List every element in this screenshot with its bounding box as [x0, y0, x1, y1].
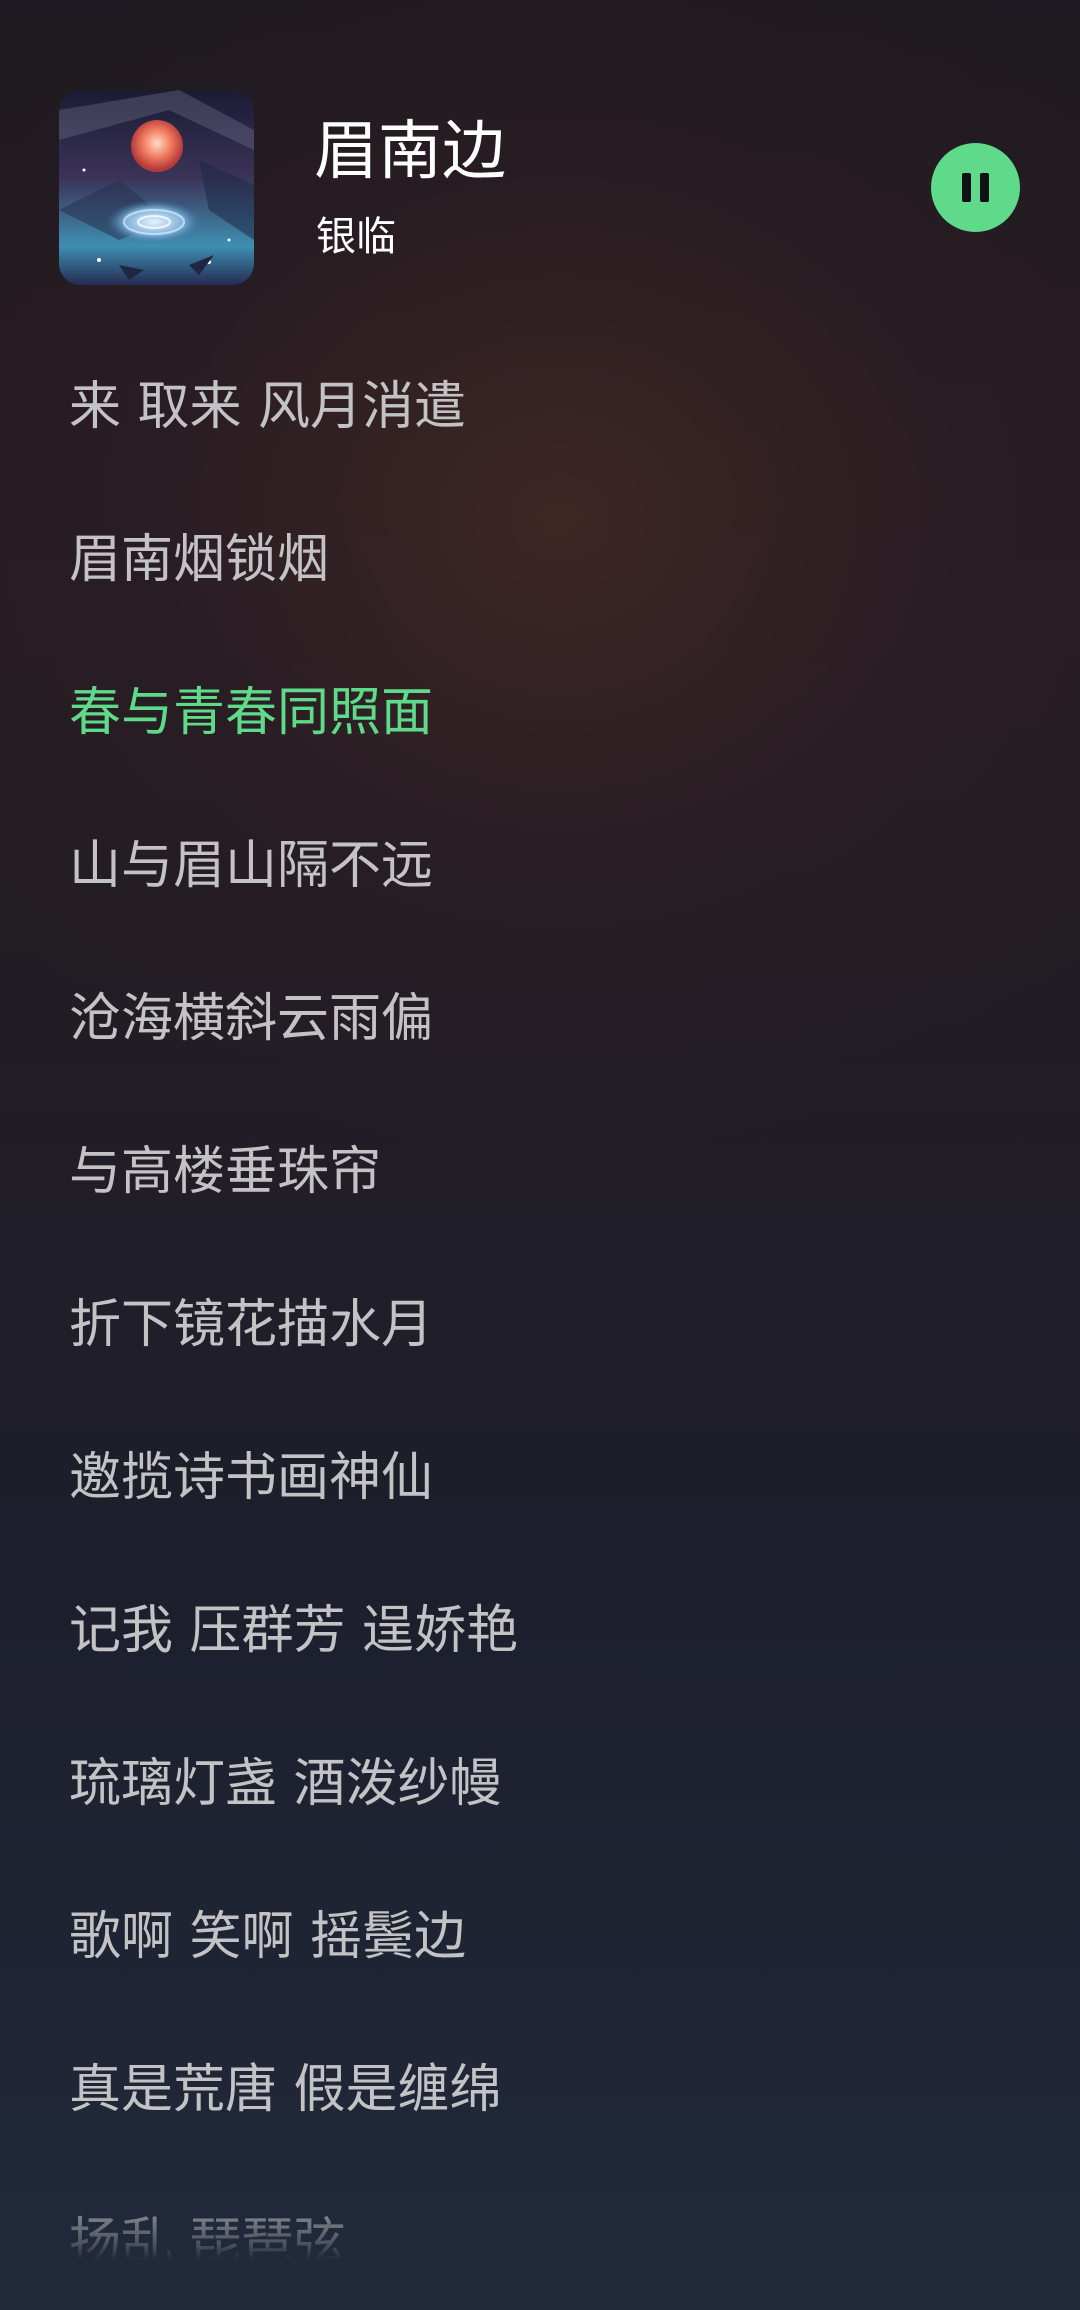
- lyric-line[interactable]: 记我 压群芳 逞娇艳: [69, 1596, 518, 1666]
- lyric-line[interactable]: 沧海横斜云雨偏: [69, 984, 433, 1054]
- lyrics-list[interactable]: 来 取来 风月消遣 眉南烟锁烟 春与青春同照面 山与眉山隔不远 沧海横斜云雨偏 …: [69, 0, 1029, 2310]
- lyric-line[interactable]: 眉南烟锁烟: [69, 525, 329, 595]
- lyric-line-current[interactable]: 春与青春同照面: [69, 678, 433, 748]
- lyric-line[interactable]: 折下镜花描水月: [69, 1290, 433, 1360]
- lyric-line[interactable]: 歌啊 笑啊 摇鬓边: [69, 1902, 466, 1972]
- lyric-line[interactable]: 邀揽诗书画神仙: [69, 1443, 433, 1513]
- lyric-line[interactable]: 与高楼垂珠帘: [69, 1137, 381, 1207]
- lyric-line[interactable]: 琉璃灯盏 酒泼纱幔: [69, 1749, 502, 1819]
- lyric-line[interactable]: 山与眉山隔不远: [69, 831, 433, 901]
- lyric-line[interactable]: 真是荒唐 假是缠绵: [69, 2055, 502, 2125]
- lyric-line[interactable]: 扬乱 琵琶弦: [69, 2208, 346, 2278]
- lyric-line[interactable]: 来 取来 风月消遣: [69, 372, 466, 442]
